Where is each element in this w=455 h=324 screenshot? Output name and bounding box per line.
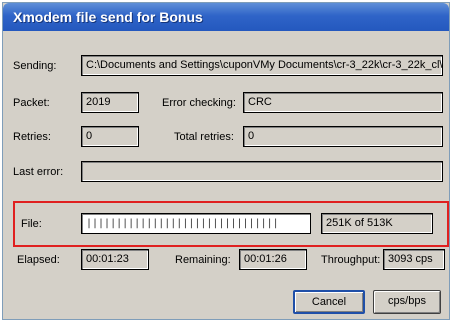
window-title: Xmodem file send for Bonus	[13, 9, 203, 25]
elapsed-field: 00:01:23	[81, 249, 149, 270]
file-size-field: 251K of 513K	[321, 213, 433, 234]
sending-label: Sending:	[13, 60, 57, 72]
last-error-field	[81, 161, 443, 182]
file-label: File:	[21, 218, 42, 230]
elapsed-label: Elapsed:	[17, 254, 60, 266]
packet-field: 2019	[81, 92, 139, 113]
file-progress-fill: ||||||||||||||||||||||||||||||||	[86, 218, 279, 229]
sending-path-field: C:\Documents and Settings\cuponVMy Docum…	[81, 55, 443, 76]
cancel-button[interactable]: Cancel	[293, 290, 365, 314]
retries-label: Retries:	[13, 131, 51, 143]
throughput-label: Throughput:	[321, 254, 381, 266]
title-bar[interactable]: Xmodem file send for Bonus	[3, 3, 449, 31]
last-error-label: Last error:	[13, 166, 64, 178]
file-progress-bar: ||||||||||||||||||||||||||||||||	[81, 213, 311, 234]
error-checking-field: CRC	[243, 92, 443, 113]
total-retries-field: 0	[243, 126, 443, 147]
throughput-field: 3093 cps	[383, 249, 445, 270]
remaining-field: 00:01:26	[239, 249, 307, 270]
total-retries-label: Total retries:	[174, 131, 234, 143]
remaining-label: Remaining:	[175, 254, 231, 266]
error-checking-label: Error checking:	[162, 97, 236, 109]
cps-bps-button[interactable]: cps/bps	[373, 290, 441, 314]
xmodem-dialog: Xmodem file send for Bonus Sending: C:\D…	[2, 2, 450, 320]
packet-label: Packet:	[13, 97, 50, 109]
retries-field: 0	[81, 126, 139, 147]
